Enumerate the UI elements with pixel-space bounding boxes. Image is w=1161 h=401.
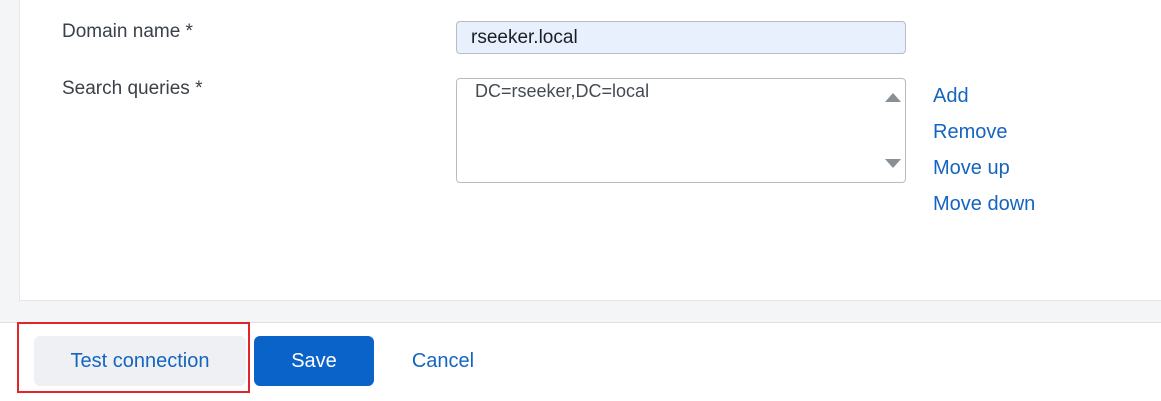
search-query-item[interactable]: DC=rseeker,DC=local — [475, 81, 649, 102]
save-button[interactable]: Save — [254, 336, 374, 386]
cancel-button[interactable]: Cancel — [392, 336, 494, 386]
move-down-link[interactable]: Move down — [933, 193, 1035, 216]
scroll-up-arrow-icon[interactable] — [885, 93, 901, 102]
move-up-link[interactable]: Move up — [933, 157, 1010, 180]
add-query-link[interactable]: Add — [933, 85, 969, 108]
domain-name-input[interactable]: rseeker.local — [456, 21, 906, 54]
remove-query-link[interactable]: Remove — [933, 121, 1007, 144]
highlight-box — [17, 322, 250, 393]
scroll-down-arrow-icon[interactable] — [885, 159, 901, 168]
search-queries-listbox[interactable]: DC=rseeker,DC=local — [456, 78, 906, 183]
search-queries-label: Search queries * — [62, 78, 203, 99]
domain-name-label: Domain name * — [62, 21, 193, 42]
